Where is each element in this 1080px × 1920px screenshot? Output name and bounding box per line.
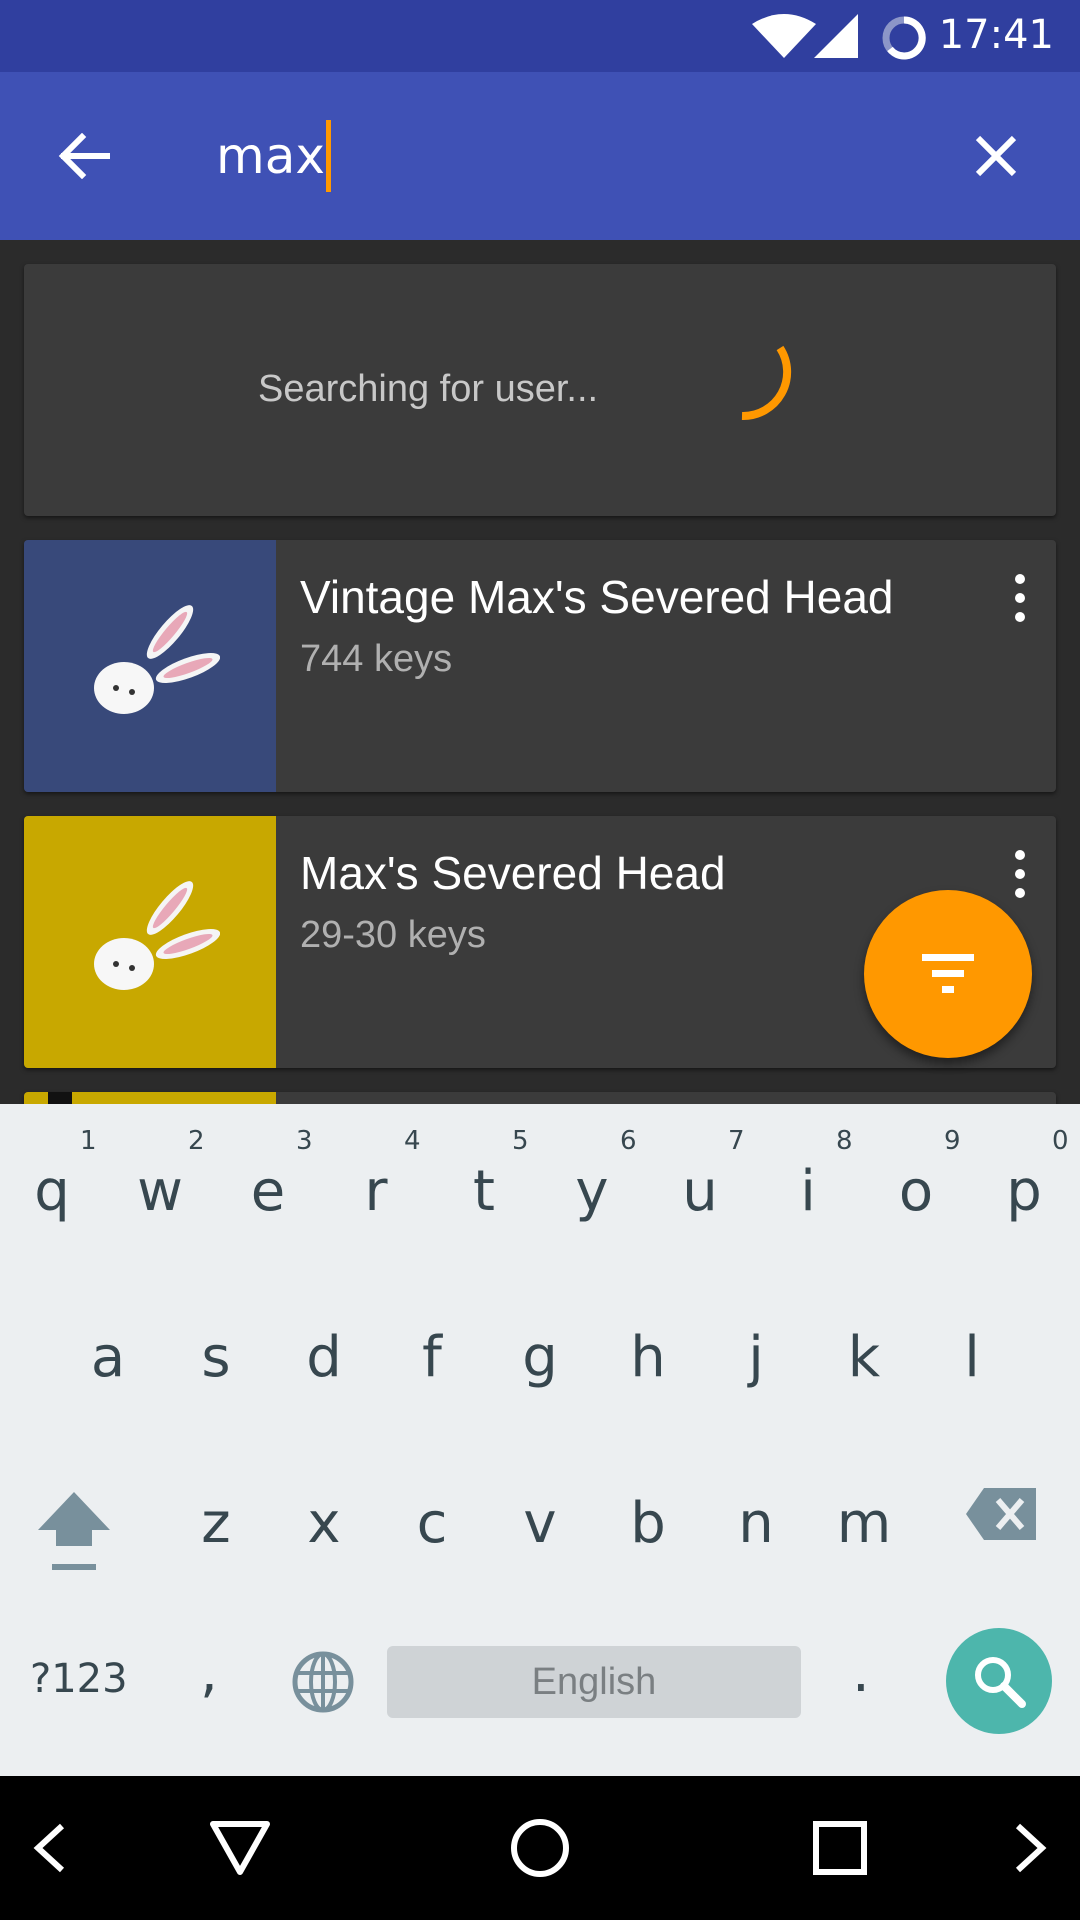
item-title: Vintage Max's Severed Head bbox=[300, 571, 894, 623]
key-d[interactable]: d bbox=[279, 1326, 369, 1390]
key-hint-number: 5 bbox=[512, 1126, 529, 1156]
shift-arrow-icon bbox=[38, 1492, 110, 1570]
key-w[interactable]: w bbox=[115, 1160, 205, 1224]
key-s[interactable]: s bbox=[171, 1326, 261, 1390]
clear-search-button[interactable] bbox=[956, 116, 1036, 196]
item-thumbnail bbox=[24, 816, 276, 1068]
cell-signal-icon bbox=[814, 14, 858, 58]
key-hint-number: 2 bbox=[188, 1126, 205, 1156]
key-b[interactable]: b bbox=[603, 1492, 693, 1556]
shift-key[interactable] bbox=[32, 1480, 116, 1580]
key-hint-number: 4 bbox=[404, 1126, 421, 1156]
searching-label: Searching for user... bbox=[258, 368, 599, 410]
key-hint-number: 9 bbox=[944, 1126, 961, 1156]
key-i[interactable]: i bbox=[763, 1160, 853, 1224]
dot-icon bbox=[1015, 888, 1025, 898]
recents-button[interactable] bbox=[800, 1808, 880, 1888]
chevron-left-icon bbox=[33, 1823, 65, 1873]
key-hint-number: 0 bbox=[1052, 1126, 1069, 1156]
period-key[interactable]: . bbox=[852, 1640, 870, 1705]
item-subtitle: 744 keys bbox=[300, 638, 453, 680]
key-y[interactable]: y bbox=[547, 1160, 637, 1224]
search-app-bar: max bbox=[0, 72, 1080, 240]
key-hint-number: 8 bbox=[836, 1126, 853, 1156]
nav-left-button[interactable] bbox=[10, 1808, 90, 1888]
status-bar: 17:41 bbox=[0, 0, 1080, 72]
nav-right-button[interactable] bbox=[990, 1808, 1070, 1888]
item-subtitle: 29-30 keys bbox=[300, 914, 486, 956]
key-hint-number: 6 bbox=[620, 1126, 637, 1156]
space-key[interactable]: English bbox=[387, 1646, 801, 1718]
dot-icon bbox=[1015, 612, 1025, 622]
key-o[interactable]: o bbox=[871, 1160, 961, 1224]
screen: 17:41 max Searching for user... Vintage … bbox=[0, 0, 1080, 1920]
square-recents-icon bbox=[813, 1821, 867, 1875]
soft-keyboard: q 1w 2e 3r 4t 5y 6u 7i 8o 9p 0 asdfghjkl zxcvbnm ?… bbox=[0, 1104, 1080, 1776]
key-f[interactable]: f bbox=[387, 1326, 477, 1390]
back-button[interactable] bbox=[44, 116, 124, 196]
symbols-key[interactable]: ?123 bbox=[30, 1656, 128, 1702]
key-h[interactable]: h bbox=[603, 1326, 693, 1390]
loading-spinner-icon bbox=[741, 345, 792, 421]
dot-icon bbox=[1015, 593, 1025, 603]
key-k[interactable]: k bbox=[819, 1326, 909, 1390]
comma-key[interactable]: , bbox=[200, 1640, 218, 1705]
key-v[interactable]: v bbox=[495, 1492, 585, 1556]
search-input[interactable]: max bbox=[216, 120, 331, 192]
key-e[interactable]: e bbox=[223, 1160, 313, 1224]
item-thumbnail bbox=[24, 540, 276, 792]
key-hint-number: 1 bbox=[80, 1126, 97, 1156]
dot-icon bbox=[1015, 850, 1025, 860]
searching-card: Searching for user... bbox=[24, 264, 1056, 516]
search-key[interactable] bbox=[946, 1628, 1052, 1734]
triangle-back-icon bbox=[210, 1821, 270, 1875]
bunny-head-icon bbox=[94, 881, 220, 990]
filter-icon bbox=[922, 954, 974, 993]
bunny-head-icon bbox=[94, 605, 220, 714]
search-query: max bbox=[216, 127, 325, 185]
search-icon bbox=[975, 1657, 1026, 1708]
back-nav-button[interactable] bbox=[200, 1808, 280, 1888]
key-m[interactable]: m bbox=[819, 1492, 909, 1556]
key-p[interactable]: p bbox=[979, 1160, 1069, 1224]
key-j[interactable]: j bbox=[711, 1326, 801, 1390]
thumbnail-detail bbox=[48, 1092, 72, 1104]
backspace-icon bbox=[966, 1488, 1036, 1540]
text-cursor bbox=[325, 120, 331, 192]
key-a[interactable]: a bbox=[63, 1326, 153, 1390]
key-c[interactable]: c bbox=[387, 1492, 477, 1556]
overflow-menu-button[interactable] bbox=[1000, 844, 1040, 904]
arrow-left-icon bbox=[58, 133, 110, 179]
language-key[interactable] bbox=[290, 1649, 356, 1715]
key-q[interactable]: q bbox=[7, 1160, 97, 1224]
dot-icon bbox=[1015, 574, 1025, 584]
list-item[interactable]: Vintage Max's Severed Head 744 keys bbox=[24, 540, 1056, 792]
key-r[interactable]: r bbox=[331, 1160, 421, 1224]
navigation-bar bbox=[0, 1776, 1080, 1920]
dot-icon bbox=[1015, 869, 1025, 879]
close-icon bbox=[975, 135, 1017, 177]
key-t[interactable]: t bbox=[439, 1160, 529, 1224]
globe-icon bbox=[292, 1651, 354, 1713]
key-hint-number: 3 bbox=[296, 1126, 313, 1156]
chevron-right-icon bbox=[1015, 1823, 1047, 1873]
key-x[interactable]: x bbox=[279, 1492, 369, 1556]
battery-loading-icon bbox=[882, 16, 926, 60]
key-hint-number: 7 bbox=[728, 1126, 745, 1156]
key-l[interactable]: l bbox=[927, 1326, 1017, 1390]
circle-home-icon bbox=[511, 1819, 569, 1877]
key-z[interactable]: z bbox=[171, 1492, 261, 1556]
wifi-icon bbox=[752, 14, 816, 58]
status-time: 17:41 bbox=[938, 12, 1054, 58]
key-g[interactable]: g bbox=[495, 1326, 585, 1390]
key-n[interactable]: n bbox=[711, 1492, 801, 1556]
home-button[interactable] bbox=[500, 1808, 580, 1888]
overflow-menu-button[interactable] bbox=[1000, 568, 1040, 628]
backspace-key[interactable] bbox=[964, 1484, 1040, 1544]
key-u[interactable]: u bbox=[655, 1160, 745, 1224]
filter-fab[interactable] bbox=[864, 890, 1032, 1058]
item-title: Max's Severed Head bbox=[300, 847, 726, 899]
